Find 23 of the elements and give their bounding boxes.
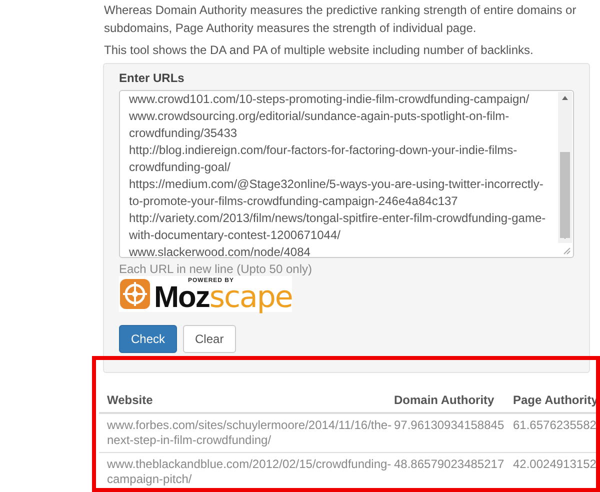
column-header: Page Authority (513, 389, 600, 413)
column-header: Domain Authority (394, 389, 513, 413)
resize-grip-icon[interactable] (563, 247, 571, 255)
url-entry: www.crowd101.com/10-steps-promoting-indie-film-crowdfunding-campaign/ (129, 91, 530, 108)
check-button[interactable]: Check (119, 325, 178, 353)
clear-button[interactable]: Clear (183, 325, 236, 353)
intro-paragraph: Whereas Domain Authority measures the predictive ranking strength of entire domains or subdomains, Page Authority measures the strength of individual page. (104, 2, 578, 37)
table-cell: 97.96130934158845 (394, 413, 513, 452)
help-text: Each URL in new line (Upto 50 only) (119, 262, 313, 276)
intro-paragraph: This tool shows the DA and PA of multiple website including number of backlinks. (104, 42, 534, 59)
table-cell: www.theblackandblue.com/2012/02/15/crowdfunding-campaign-pitch/ (99, 452, 394, 492)
scrollbar-thumb[interactable] (560, 152, 570, 238)
table-cell: 61.6576235582 (513, 413, 600, 452)
brand-text: Moz (154, 285, 210, 310)
scroll-up-icon[interactable] (561, 95, 569, 101)
url-entry: www.slackerwood.com/node/4084 (129, 244, 312, 257)
scrollbar[interactable] (558, 92, 572, 243)
table-cell: www.forbes.com/sites/schuylermoore/2014/11/16/the-next-step-in-film-crowdfunding/ (99, 413, 394, 452)
table-cell: 48.86579023485217 (394, 452, 513, 492)
field-label: Enter URLs (119, 71, 186, 85)
column-header: Website (99, 389, 394, 413)
url-textarea[interactable] (119, 90, 574, 258)
table-cell: 42.0024913152 (513, 452, 600, 492)
